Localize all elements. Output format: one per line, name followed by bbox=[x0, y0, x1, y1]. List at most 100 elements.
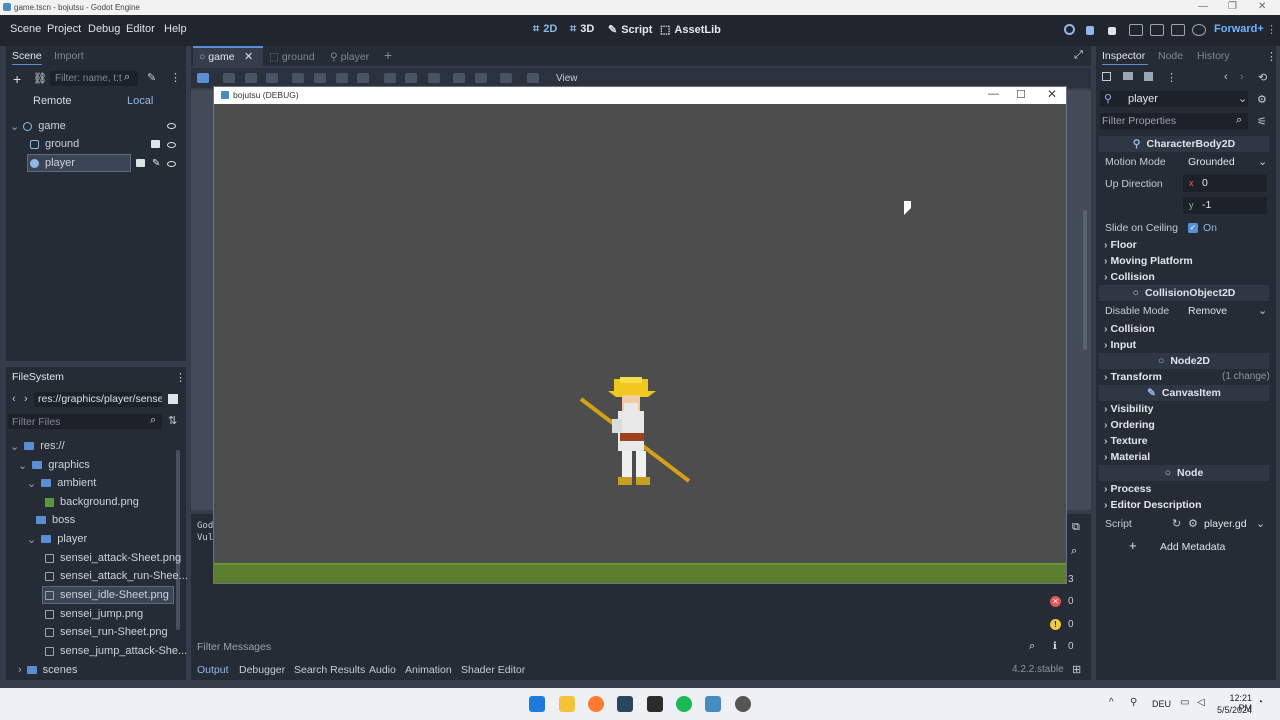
section-editor-description[interactable]: Editor Description bbox=[1104, 499, 1202, 511]
menu-help[interactable]: Help bbox=[164, 23, 187, 35]
open-scene-icon[interactable] bbox=[151, 140, 160, 148]
tab-import[interactable]: Import bbox=[54, 50, 84, 62]
menu-debug[interactable]: Debug bbox=[88, 23, 120, 35]
bottom-tab-output[interactable]: Output bbox=[197, 664, 229, 676]
renderer-select[interactable]: Forward+ bbox=[1214, 23, 1264, 35]
tree-node-ground[interactable]: ground bbox=[30, 135, 79, 153]
revert-icon[interactable]: ↻ bbox=[1172, 517, 1181, 530]
menu-editor[interactable]: Editor bbox=[126, 23, 155, 35]
bottom-tab-debugger[interactable]: Debugger bbox=[239, 664, 285, 676]
firefox-icon[interactable] bbox=[588, 696, 604, 712]
fs-scrollbar[interactable] bbox=[176, 450, 180, 630]
sort-icon[interactable]: ⇅ bbox=[168, 414, 177, 427]
fs-folder-boss[interactable]: boss bbox=[36, 511, 75, 529]
section-moving-platform[interactable]: Moving Platform bbox=[1104, 255, 1193, 267]
clock-date[interactable]: 5/5/2024 bbox=[1210, 705, 1252, 715]
section-visibility[interactable]: Visibility bbox=[1104, 403, 1154, 415]
back-arrow-icon[interactable]: ‹ bbox=[12, 393, 16, 405]
viewport-scrollbar[interactable] bbox=[1083, 210, 1087, 350]
panel-toggle-icon[interactable]: ⊞ bbox=[1072, 663, 1081, 676]
distraction-free-icon[interactable]: ⤢ bbox=[1074, 49, 1083, 62]
history-forward-icon[interactable]: › bbox=[1240, 71, 1244, 83]
fs-file-attack[interactable]: sensei_attack-Sheet.png bbox=[45, 549, 181, 567]
tray-chevron-icon[interactable]: ^ bbox=[1109, 697, 1114, 708]
tab-scene[interactable]: Scene bbox=[12, 50, 42, 62]
scene-menu-icon[interactable]: ⋮ bbox=[170, 71, 181, 84]
remote-debug-icon[interactable] bbox=[1129, 24, 1143, 36]
fs-file-background[interactable]: background.png bbox=[45, 493, 139, 511]
obs-icon[interactable] bbox=[735, 696, 751, 712]
tab-history[interactable]: History bbox=[1197, 50, 1230, 62]
new-tab-icon[interactable]: + bbox=[384, 47, 392, 63]
game-close-icon[interactable]: ✕ bbox=[1047, 87, 1057, 101]
disable-mode-select[interactable]: Remove bbox=[1188, 305, 1227, 317]
warning-filter-icon[interactable]: ! bbox=[1050, 619, 1061, 630]
mode-script-button[interactable]: ✎ Script bbox=[608, 23, 652, 36]
reload-icon[interactable] bbox=[1064, 24, 1075, 35]
godot-taskbar-icon[interactable] bbox=[705, 696, 721, 712]
bone-icon[interactable] bbox=[500, 73, 512, 83]
menu-scene[interactable]: Scene bbox=[10, 23, 41, 35]
section-material[interactable]: Material bbox=[1104, 451, 1151, 463]
script-resource[interactable]: player.gd bbox=[1204, 518, 1247, 530]
filter-messages-input[interactable]: Filter Messages bbox=[195, 640, 1045, 655]
section-texture[interactable]: Texture bbox=[1104, 435, 1148, 447]
lock-icon[interactable] bbox=[453, 73, 465, 83]
visibility-icon[interactable] bbox=[527, 73, 539, 83]
fs-folder-scenes[interactable]: › scenes bbox=[18, 661, 78, 679]
split-view-icon[interactable] bbox=[168, 394, 178, 404]
chevron-down-icon[interactable]: ⌄ bbox=[1256, 517, 1265, 530]
editor-tab-player[interactable]: ⚲ player bbox=[330, 51, 369, 63]
steam-icon[interactable] bbox=[617, 696, 633, 712]
editor-tab-ground[interactable]: ⬚ ground bbox=[269, 51, 315, 63]
fs-file-run[interactable]: sensei_run-Sheet.png bbox=[45, 623, 168, 641]
load-resource-icon[interactable] bbox=[1123, 72, 1133, 80]
new-resource-icon[interactable] bbox=[1102, 72, 1111, 81]
fs-menu-icon[interactable]: ⋮ bbox=[175, 371, 186, 384]
language-indicator[interactable]: DEU bbox=[1152, 699, 1171, 709]
motion-mode-select[interactable]: Grounded bbox=[1188, 156, 1235, 168]
error-filter-icon[interactable]: ✕ bbox=[1050, 596, 1061, 607]
mode-assetlib-button[interactable]: ⬚ AssetLib bbox=[660, 23, 721, 36]
bottom-tab-animation[interactable]: Animation bbox=[405, 664, 452, 676]
tab-node[interactable]: Node bbox=[1158, 50, 1183, 62]
ruler-tool-icon[interactable] bbox=[357, 73, 369, 83]
open-scene-icon[interactable] bbox=[136, 159, 145, 167]
tree-node-player[interactable]: player bbox=[30, 154, 75, 172]
movie-maker-icon[interactable] bbox=[1192, 24, 1206, 36]
filter-properties-input[interactable]: Filter Properties ⌕ bbox=[1100, 113, 1248, 129]
remote-toggle[interactable]: Remote bbox=[33, 95, 72, 107]
bottom-tab-shader[interactable]: Shader Editor bbox=[461, 664, 525, 676]
spotify-icon[interactable] bbox=[676, 696, 692, 712]
section-floor[interactable]: Floor bbox=[1104, 239, 1137, 251]
group-icon[interactable] bbox=[475, 73, 487, 83]
script-attach-icon[interactable]: ✎ bbox=[147, 71, 156, 84]
view-menu[interactable]: View bbox=[556, 73, 578, 84]
add-node-icon[interactable]: + bbox=[13, 71, 21, 87]
close-icon[interactable]: ✕ bbox=[1258, 1, 1266, 12]
volume-icon[interactable]: ◁ bbox=[1197, 697, 1205, 708]
fs-folder-res[interactable]: ⌄ res:// bbox=[10, 437, 65, 455]
kebab-icon[interactable]: ⋮ bbox=[1266, 23, 1277, 36]
microphone-icon[interactable]: ⚲ bbox=[1130, 697, 1137, 708]
notification-icon[interactable]: ◔ bbox=[1257, 697, 1263, 708]
link-icon[interactable]: ⛓ bbox=[33, 72, 47, 85]
pause-icon[interactable] bbox=[1086, 26, 1094, 35]
visibility-eye-icon[interactable] bbox=[167, 142, 176, 148]
terminal-icon[interactable] bbox=[647, 696, 663, 712]
section-process[interactable]: Process bbox=[1104, 483, 1152, 495]
info-filter-icon[interactable]: ℹ bbox=[1053, 641, 1057, 652]
rotate-tool-icon[interactable] bbox=[245, 73, 257, 83]
section-ordering[interactable]: Ordering bbox=[1104, 419, 1155, 431]
fs-path-field[interactable]: res://graphics/player/sense bbox=[34, 392, 162, 407]
tree-node-game[interactable]: ⌄ game bbox=[10, 117, 66, 135]
fs-folder-graphics[interactable]: ⌄ graphics bbox=[18, 456, 90, 474]
mode-2d-button[interactable]: ⌗ 2D bbox=[533, 23, 557, 36]
fs-file-attack-run[interactable]: sensei_attack_run-Shee... bbox=[45, 567, 188, 585]
restore-icon[interactable]: ❐ bbox=[1228, 1, 1237, 12]
up-x-field[interactable]: x0 bbox=[1183, 175, 1267, 192]
fs-folder-ambient[interactable]: ⌄ ambient bbox=[27, 474, 96, 492]
move-tool-icon[interactable] bbox=[223, 73, 235, 83]
scale-tool-icon[interactable] bbox=[266, 73, 278, 83]
fs-file-jump[interactable]: sensei_jump.png bbox=[45, 605, 143, 623]
